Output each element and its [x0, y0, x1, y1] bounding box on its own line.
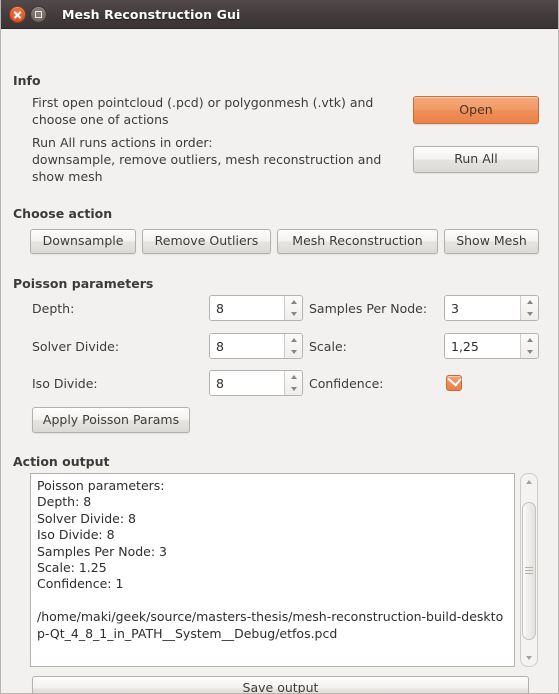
- confidence-checkbox[interactable]: [446, 372, 462, 391]
- action-output-group-label: Action output: [13, 454, 110, 469]
- iso-divide-value[interactable]: 8: [210, 371, 284, 395]
- samples-per-node-stepper[interactable]: [520, 296, 538, 320]
- scale-stepper[interactable]: [520, 334, 538, 358]
- depth-step-down-icon[interactable]: [285, 308, 302, 320]
- scroll-up-icon[interactable]: [526, 480, 532, 484]
- application-window: Mesh Reconstruction Gui Info First open …: [0, 0, 559, 694]
- solver-divide-step-down-icon[interactable]: [285, 346, 302, 358]
- scrollbar-thumb[interactable]: [522, 502, 536, 640]
- scale-label: Scale:: [309, 339, 347, 354]
- action-output-textarea[interactable]: Poisson parameters: Depth: 8 Solver Divi…: [30, 473, 515, 667]
- iso-divide-step-up-icon[interactable]: [285, 371, 302, 383]
- info-text-open: First open pointcloud (.pcd) or polygonm…: [32, 95, 374, 127]
- poisson-group-label: Poisson parameters: [13, 276, 154, 291]
- samples-per-node-value[interactable]: 3: [445, 296, 520, 320]
- apply-poisson-params-button[interactable]: Apply Poisson Params: [32, 407, 190, 433]
- save-output-button[interactable]: Save output: [32, 676, 529, 693]
- scale-value[interactable]: 1,25: [445, 334, 520, 358]
- depth-step-up-icon[interactable]: [285, 296, 302, 308]
- confidence-label: Confidence:: [309, 376, 384, 391]
- window-title: Mesh Reconstruction Gui: [62, 6, 241, 22]
- action-output-text: Poisson parameters: Depth: 8 Solver Divi…: [37, 478, 504, 641]
- solver-divide-value[interactable]: 8: [210, 334, 284, 358]
- info-group-label: Info: [13, 73, 41, 88]
- depth-label: Depth:: [32, 301, 75, 316]
- iso-divide-step-down-icon[interactable]: [285, 383, 302, 395]
- depth-stepper[interactable]: [284, 296, 302, 320]
- iso-divide-spinbox[interactable]: 8: [209, 370, 303, 396]
- samples-per-node-label: Samples Per Node:: [309, 301, 428, 316]
- solver-divide-label: Solver Divide:: [32, 339, 120, 354]
- mesh-reconstruction-button[interactable]: Mesh Reconstruction: [277, 229, 438, 254]
- info-text-run-all: Run All runs actions in order: downsampl…: [32, 135, 382, 184]
- solver-divide-stepper[interactable]: [284, 334, 302, 358]
- scale-step-down-icon[interactable]: [521, 346, 538, 358]
- depth-spinbox[interactable]: 8: [209, 295, 303, 321]
- samples-per-node-step-down-icon[interactable]: [521, 308, 538, 320]
- scrollbar-grip-icon: [525, 567, 533, 575]
- solver-divide-spinbox[interactable]: 8: [209, 333, 303, 359]
- scroll-down-icon[interactable]: [526, 656, 532, 660]
- samples-per-node-spinbox[interactable]: 3: [444, 295, 539, 321]
- remove-outliers-button[interactable]: Remove Outliers: [142, 229, 271, 254]
- open-button[interactable]: Open: [413, 96, 539, 124]
- solver-divide-step-up-icon[interactable]: [285, 334, 302, 346]
- checkmark-icon: [447, 372, 462, 387]
- title-bar: Mesh Reconstruction Gui: [1, 0, 558, 29]
- iso-divide-stepper[interactable]: [284, 371, 302, 395]
- downsample-button[interactable]: Downsample: [30, 229, 136, 254]
- choose-action-group-label: Choose action: [13, 206, 113, 221]
- scale-step-up-icon[interactable]: [521, 334, 538, 346]
- samples-per-node-step-up-icon[interactable]: [521, 296, 538, 308]
- maximize-icon[interactable]: [30, 5, 47, 23]
- scale-spinbox[interactable]: 1,25: [444, 333, 539, 359]
- output-scrollbar[interactable]: [520, 473, 538, 667]
- run-all-button[interactable]: Run All: [413, 146, 539, 173]
- main-content: Info First open pointcloud (.pcd) or pol…: [1, 29, 558, 693]
- iso-divide-label: Iso Divide:: [32, 376, 98, 391]
- close-icon[interactable]: [9, 5, 26, 23]
- depth-value[interactable]: 8: [210, 296, 284, 320]
- show-mesh-button[interactable]: Show Mesh: [444, 229, 539, 254]
